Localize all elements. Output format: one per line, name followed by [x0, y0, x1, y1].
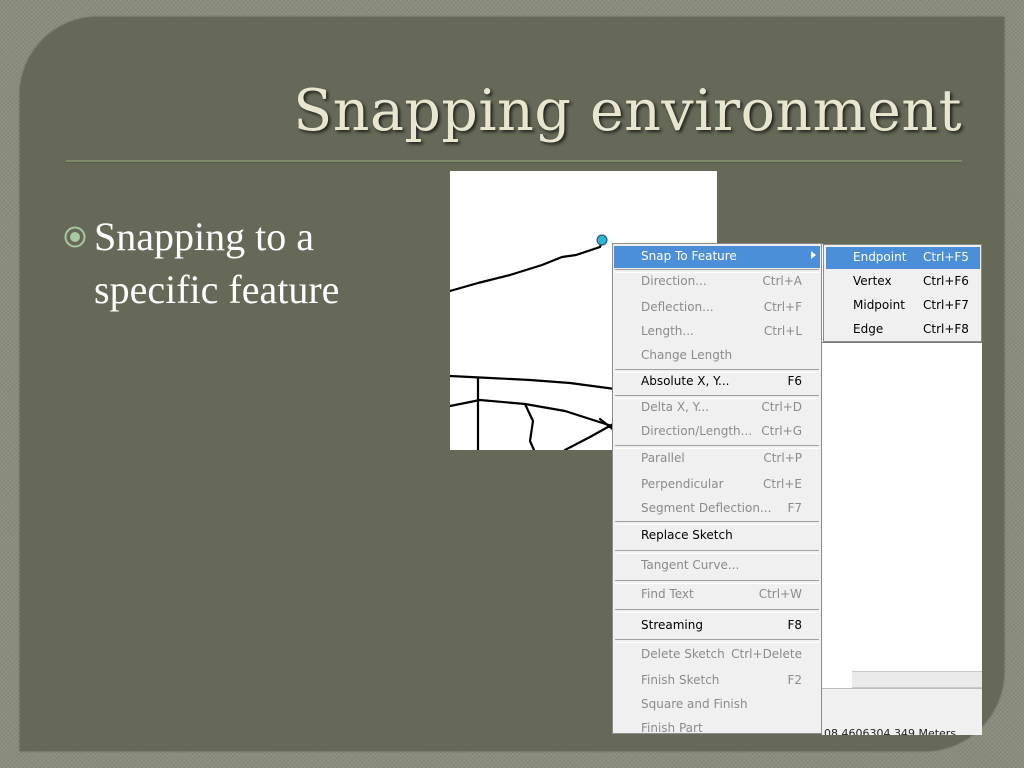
- submenu-item-edge[interactable]: Edge Ctrl+F8: [826, 322, 980, 340]
- menu-item-delete-sketch[interactable]: Delete Sketch Ctrl+Delete: [614, 647, 820, 665]
- menu-item-deflection[interactable]: Deflection... Ctrl+F: [614, 300, 820, 318]
- menu-separator: [615, 639, 819, 643]
- menu-item-direction-length[interactable]: Direction/Length... Ctrl+G: [614, 424, 820, 442]
- submenu-item-vertex[interactable]: Vertex Ctrl+F6: [826, 274, 980, 292]
- status-coordinates: 08 4606304.349 Meters: [824, 727, 957, 735]
- menu-item-replace-sketch[interactable]: Replace Sketch: [614, 528, 820, 546]
- menu-separator: [615, 550, 819, 554]
- menu-separator: [615, 521, 819, 525]
- triangle-right-icon: [811, 251, 816, 259]
- menu-separator: [615, 369, 819, 373]
- menu-item-tangent-curve[interactable]: Tangent Curve...: [614, 558, 820, 576]
- menu-separator: [615, 269, 819, 273]
- road-line: [563, 421, 617, 450]
- menu-item-direction[interactable]: Direction... Ctrl+A: [614, 274, 820, 292]
- menu-separator: [615, 609, 819, 613]
- road-line: [523, 402, 536, 450]
- menu-item-absolute-xy[interactable]: Absolute X, Y... F6: [614, 374, 820, 392]
- menu-item-finish-part[interactable]: Finish Part: [614, 721, 820, 733]
- menu-item-delta-xy[interactable]: Delta X, Y... Ctrl+D: [614, 400, 820, 418]
- status-bar: 08 4606304.349 Meters: [822, 688, 982, 735]
- sketch-context-menu: Snap To Feature Direction... Ctrl+A Defl…: [612, 243, 822, 734]
- menu-item-length[interactable]: Length... Ctrl+L: [614, 324, 820, 342]
- menu-item-change-length[interactable]: Change Length: [614, 348, 820, 366]
- menu-item-finish-sketch[interactable]: Finish Sketch F2: [614, 673, 820, 691]
- slide-title: Snapping environment: [293, 78, 962, 144]
- menu-item-find-text[interactable]: Find Text Ctrl+W: [614, 587, 820, 605]
- road-line: [450, 374, 617, 391]
- menu-item-segment-deflection[interactable]: Segment Deflection... F7: [614, 501, 820, 519]
- title-divider: [66, 160, 962, 163]
- menu-separator: [615, 445, 819, 449]
- menu-item-streaming[interactable]: Streaming F8: [614, 618, 820, 636]
- submenu-item-endpoint[interactable]: Endpoint Ctrl+F5: [826, 247, 980, 269]
- submenu-item-midpoint[interactable]: Midpoint Ctrl+F7: [826, 298, 980, 316]
- bullet-text: Snapping to a specific feature: [94, 214, 340, 312]
- circled-dot-icon: [64, 226, 86, 248]
- road-line: [450, 239, 604, 293]
- menu-separator: [615, 395, 819, 399]
- menu-item-perpendicular[interactable]: Perpendicular Ctrl+E: [614, 477, 820, 495]
- snap-point-icon: [596, 234, 608, 246]
- menu-item-square-and-finish[interactable]: Square and Finish: [614, 697, 820, 715]
- menu-item-snap-to-feature[interactable]: Snap To Feature: [614, 246, 820, 268]
- snap-to-feature-submenu: Endpoint Ctrl+F5 Vertex Ctrl+F6 Midpoint…: [823, 244, 982, 342]
- menu-separator: [615, 580, 819, 584]
- menu-item-parallel[interactable]: Parallel Ctrl+P: [614, 451, 820, 469]
- panel-divider: [822, 342, 982, 343]
- horizontal-scrollbar[interactable]: [852, 671, 982, 688]
